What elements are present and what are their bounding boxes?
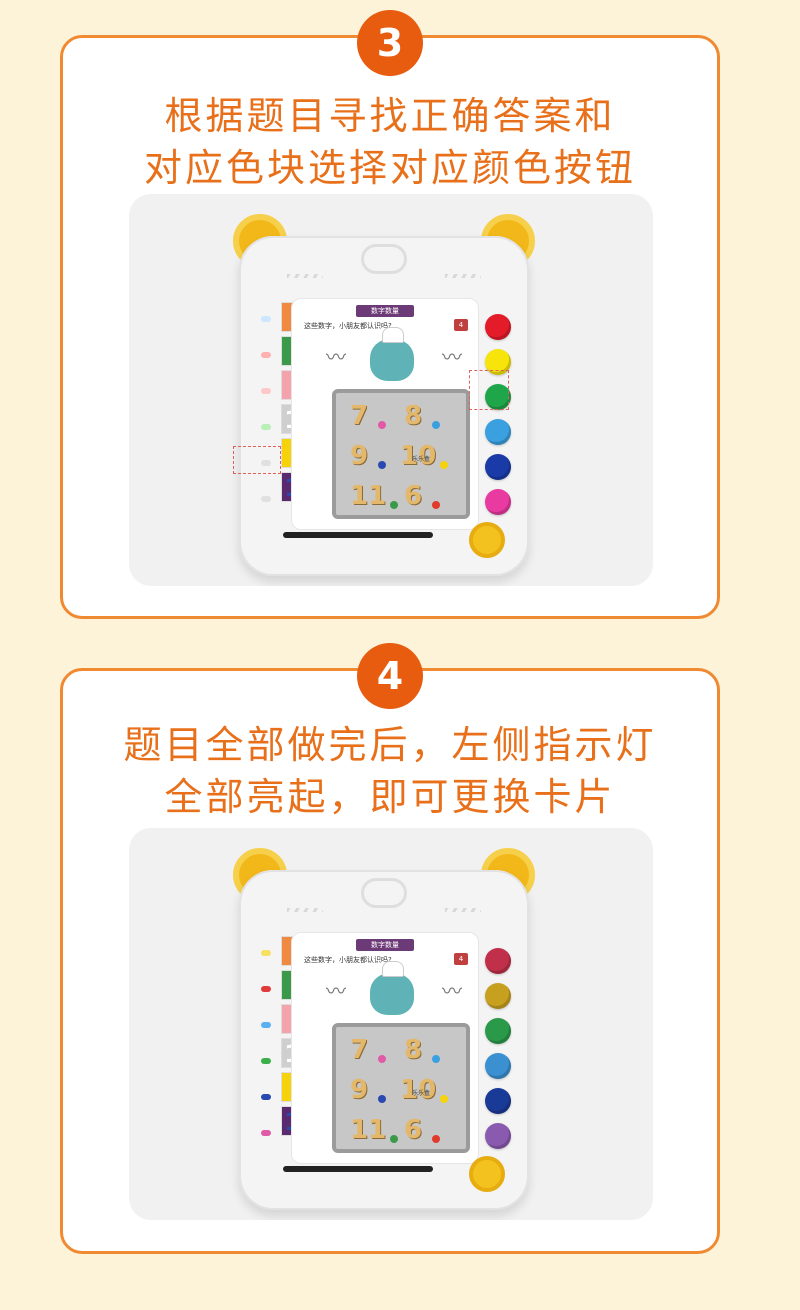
bear-face-emboss xyxy=(361,878,407,908)
color-button[interactable] xyxy=(485,454,511,480)
screen-title: 数字数量 xyxy=(356,939,414,951)
toy-device: 96711810数字数量这些数字，小朋友都认识吗?4〰〰78910116乐乐盒 xyxy=(233,214,535,576)
indicator-light xyxy=(261,950,271,956)
brand-label: 乐乐盒 xyxy=(412,456,431,463)
indicator-lights xyxy=(261,950,271,1166)
steam-icon: 〰 xyxy=(326,345,346,369)
tray-number: 6 xyxy=(404,1115,423,1145)
step-title-line: 对应色块选择对应颜色按钮 xyxy=(143,146,636,190)
color-button[interactable] xyxy=(485,1088,511,1114)
indicator-lights xyxy=(261,316,271,532)
color-dot xyxy=(390,1135,398,1143)
step-4-card: 4 题目全部做完后，左侧指示灯 全部亮起，即可更换卡片 96711810数字数量… xyxy=(60,643,720,1254)
indicator-light xyxy=(261,316,271,322)
quiz-card-screen: 数字数量 这些数字，小朋友都认识吗? 4 〰〰 7 8 9 10 11 6 乐乐盒 xyxy=(291,298,479,530)
tray-number: 8 xyxy=(404,1035,423,1065)
indicator-light xyxy=(261,1094,271,1100)
step-number-badge: 3 xyxy=(357,10,423,76)
number-tray: 7 8 9 10 11 6 xyxy=(332,389,470,519)
color-button[interactable] xyxy=(485,314,511,340)
highlight-box xyxy=(469,370,509,410)
screen-title: 数字数量 xyxy=(356,305,414,317)
color-button[interactable] xyxy=(485,983,511,1009)
step-title-line: 根据题目寻找正确答案和 xyxy=(164,94,616,138)
tray-number: 8 xyxy=(404,401,423,431)
page-number: 4 xyxy=(454,953,468,965)
color-dot xyxy=(378,1055,386,1063)
indicator-light xyxy=(261,1130,271,1136)
tray-number: 11 xyxy=(350,481,387,511)
page-number: 4 xyxy=(454,319,468,331)
color-dot xyxy=(378,421,386,429)
color-button[interactable] xyxy=(485,948,511,974)
indicator-light xyxy=(261,424,271,430)
color-dot xyxy=(432,1135,440,1143)
chef-mascot-icon xyxy=(370,327,414,381)
indicator-light xyxy=(261,1058,271,1064)
toy-device: 96711810数字数量这些数字，小朋友都认识吗?4〰〰78910116乐乐盒 xyxy=(233,848,535,1210)
color-dot xyxy=(432,421,440,429)
indicator-light xyxy=(261,1022,271,1028)
step-number-badge: 4 xyxy=(357,643,423,709)
indicator-light xyxy=(261,496,271,502)
device-body: 96711810数字数量这些数字，小朋友都认识吗?4〰〰78910116乐乐盒 xyxy=(239,870,529,1210)
color-dot xyxy=(432,501,440,509)
step-title: 根据题目寻找正确答案和 对应色块选择对应颜色按钮 xyxy=(63,90,717,194)
indicator-light xyxy=(261,388,271,394)
color-button[interactable] xyxy=(485,489,511,515)
color-dot xyxy=(440,461,448,469)
steam-icon: 〰 xyxy=(442,979,462,1003)
step-title: 题目全部做完后，左侧指示灯 全部亮起，即可更换卡片 xyxy=(63,719,717,823)
step-title-line: 题目全部做完后，左侧指示灯 xyxy=(123,723,657,767)
color-button[interactable] xyxy=(485,419,511,445)
quiz-card-screen: 数字数量 这些数字，小朋友都认识吗? 4 〰〰 7 8 9 10 11 6 乐乐盒 xyxy=(291,932,479,1164)
tray-number: 11 xyxy=(350,1115,387,1145)
step-3-card: 3 根据题目寻找正确答案和 对应色块选择对应颜色按钮 96711810数字数量这… xyxy=(60,10,720,619)
speaker-vent xyxy=(287,908,323,912)
brand-label: 乐乐盒 xyxy=(412,1090,431,1097)
steam-icon: 〰 xyxy=(326,979,346,1003)
color-button-column xyxy=(485,314,511,524)
step-title-line: 全部亮起，即可更换卡片 xyxy=(164,775,616,819)
screen-question: 这些数字，小朋友都认识吗? xyxy=(304,956,392,964)
product-photo: 96711810数字数量这些数字，小朋友都认识吗?4〰〰78910116乐乐盒 xyxy=(129,194,653,586)
tray-number: 9 xyxy=(350,441,369,471)
steam-icon: 〰 xyxy=(442,345,462,369)
tray-number: 6 xyxy=(404,481,423,511)
speaker-vent xyxy=(445,908,481,912)
card-slot xyxy=(283,532,433,538)
color-dot xyxy=(378,1095,386,1103)
tray-number: 7 xyxy=(350,401,369,431)
speaker-vent xyxy=(287,274,323,278)
tray-number: 7 xyxy=(350,1035,369,1065)
chef-mascot-icon xyxy=(370,961,414,1015)
card-slot xyxy=(283,1166,433,1172)
number-tray: 7 8 9 10 11 6 xyxy=(332,1023,470,1153)
indicator-light xyxy=(261,986,271,992)
color-button-column xyxy=(485,948,511,1158)
indicator-light xyxy=(261,352,271,358)
color-button[interactable] xyxy=(485,1018,511,1044)
speaker-vent xyxy=(445,274,481,278)
color-dot xyxy=(432,1055,440,1063)
paw-knob xyxy=(469,1156,505,1192)
color-dot xyxy=(390,501,398,509)
highlight-box xyxy=(233,446,281,474)
color-button[interactable] xyxy=(485,1053,511,1079)
bear-face-emboss xyxy=(361,244,407,274)
paw-knob xyxy=(469,522,505,558)
product-photo: 96711810数字数量这些数字，小朋友都认识吗?4〰〰78910116乐乐盒 xyxy=(129,828,653,1220)
screen-question: 这些数字，小朋友都认识吗? xyxy=(304,322,392,330)
tray-number: 9 xyxy=(350,1075,369,1105)
color-dot xyxy=(440,1095,448,1103)
color-button[interactable] xyxy=(485,1123,511,1149)
color-dot xyxy=(378,461,386,469)
